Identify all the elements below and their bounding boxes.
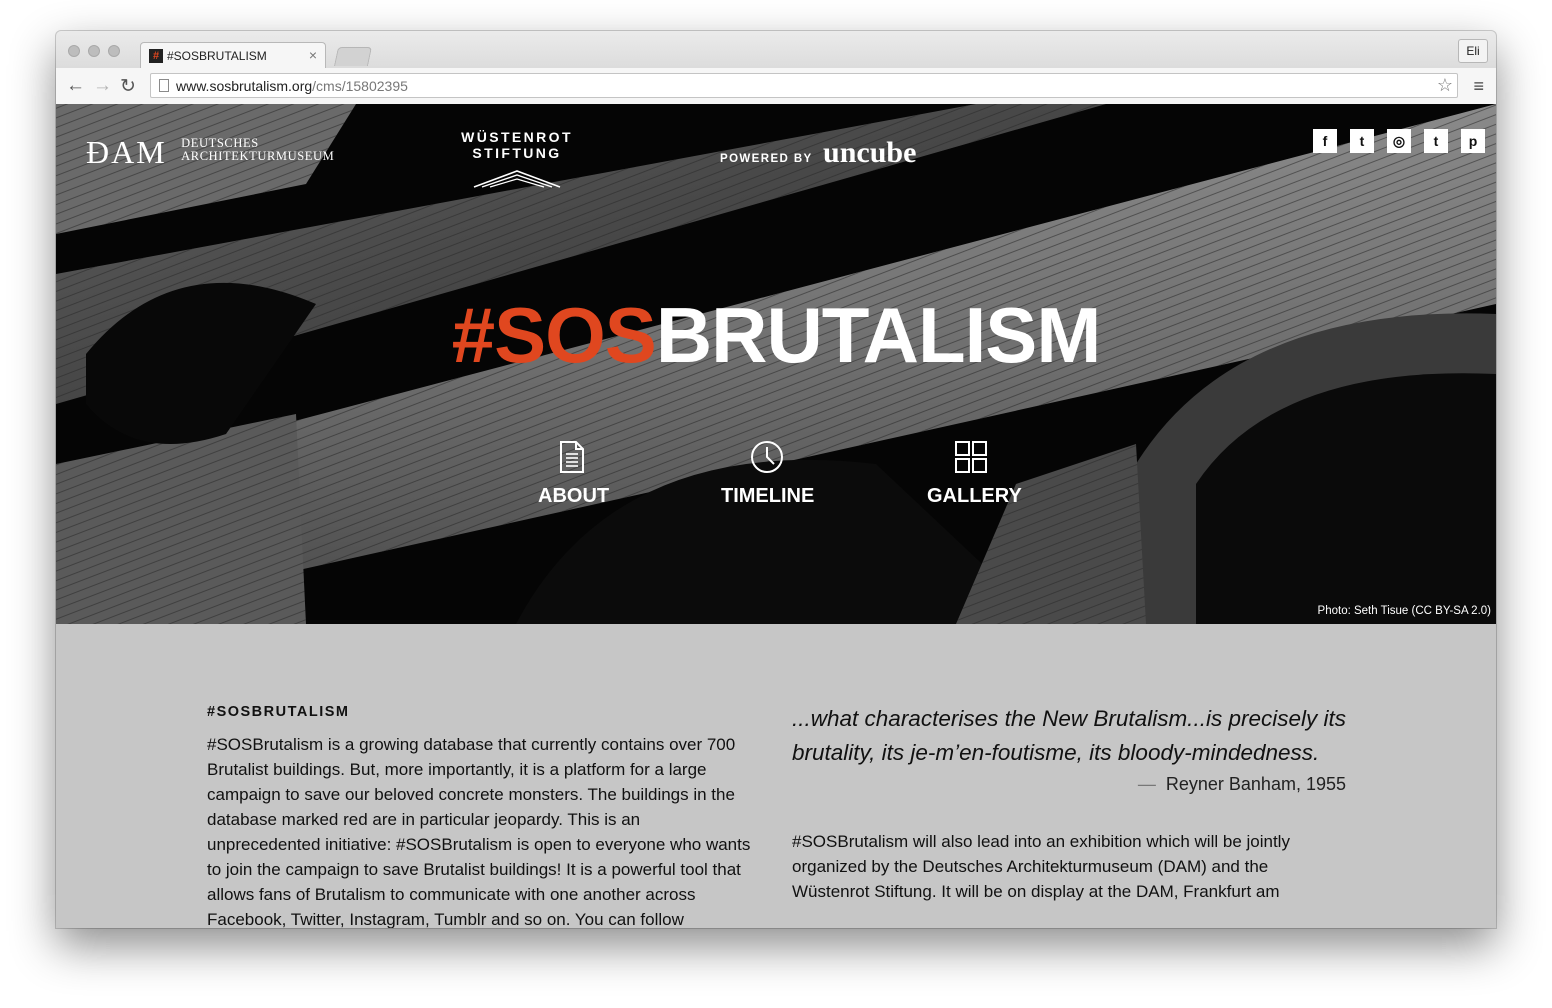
nav-about-label: ABOUT — [538, 485, 610, 507]
favicon-icon: # — [149, 49, 163, 63]
nav-gallery-label: GALLERY — [927, 485, 1022, 507]
quote-author: Reyner Banham, 1955 — [1165, 774, 1346, 794]
intro-body: #SOSBrutalism is a growing database that… — [207, 735, 751, 928]
forward-icon[interactable]: → — [93, 75, 112, 97]
hero-section: ĐAM DEUTSCHES ARCHITEKTURMUSEUM WÜSTENRO… — [56, 104, 1496, 624]
dam-line2: ARCHITEKTURMUSEUM — [181, 149, 335, 163]
wuestenrot-logo[interactable]: WÜSTENROT STIFTUNG — [424, 129, 610, 194]
reload-icon[interactable]: ↻ — [120, 75, 136, 98]
tumblr-icon[interactable]: t — [1424, 129, 1448, 153]
tab-close-icon[interactable]: × — [309, 47, 317, 63]
clock-icon — [751, 441, 783, 473]
roof-icon — [473, 170, 561, 188]
bookmark-star-icon[interactable]: ☆ — [1437, 75, 1453, 96]
banham-quote: ...what characterises the New Brutalism.… — [792, 706, 1346, 765]
tab-title: #SOSBRUTALISM — [167, 49, 267, 63]
document-icon — [560, 441, 584, 473]
quote-column: ...what characterises the New Brutalism.… — [792, 702, 1346, 904]
nav-timeline[interactable]: TIMELINE — [721, 440, 815, 508]
instagram-icon[interactable]: ◎ — [1387, 129, 1411, 153]
hero-title-sos: SOS — [494, 291, 657, 379]
dam-name: DEUTSCHES ARCHITEKTURMUSEUM — [181, 137, 334, 163]
uncube-logo[interactable]: POWERED BY uncube — [720, 136, 916, 170]
page-icon — [159, 79, 169, 92]
zoom-window-button[interactable] — [108, 45, 120, 57]
wuestenrot-name: WÜSTENROT STIFTUNG — [461, 129, 573, 161]
intro-column: #SOSBRUTALISM #SOSBrutalism is a growing… — [207, 704, 757, 928]
url-path: /cms/15802395 — [312, 78, 408, 94]
nav-gallery[interactable]: GALLERY — [927, 440, 1022, 508]
address-bar[interactable]: www.sosbrutalism.org/cms/15802395 ☆ — [150, 73, 1458, 98]
address-toolbar: ← → ↻ www.sosbrutalism.org/cms/15802395 … — [56, 68, 1496, 105]
nav-about[interactable]: ABOUT — [538, 440, 610, 508]
dam-line1: DEUTSCHES — [181, 136, 259, 150]
exhibition-text: #SOSBrutalism will also lead into an exh… — [792, 832, 1290, 901]
browser-tab[interactable]: # #SOSBRUTALISM × — [140, 42, 326, 68]
grid-icon — [955, 441, 987, 473]
hero-title-hash: # — [451, 291, 495, 379]
browser-menu-icon[interactable]: ≡ — [1473, 76, 1484, 97]
pinterest-icon[interactable]: p — [1461, 129, 1485, 153]
back-icon[interactable]: ← — [66, 75, 85, 97]
profile-button[interactable]: Eli — [1458, 39, 1488, 63]
url-domain: www.sosbrutalism.org — [176, 78, 313, 94]
close-window-button[interactable] — [68, 45, 80, 57]
content-section: #SOSBRUTALISM #SOSBrutalism is a growing… — [56, 624, 1496, 928]
dam-logo[interactable]: ĐAM DEUTSCHES ARCHITEKTURMUSEUM — [86, 134, 334, 171]
minimize-window-button[interactable] — [88, 45, 100, 57]
uncube-wordmark: uncube — [823, 136, 917, 169]
intro-heading: #SOSBRUTALISM — [207, 704, 350, 720]
browser-window: # #SOSBRUTALISM × Eli ← → ↻ www.sosbruta… — [56, 31, 1496, 928]
facebook-icon[interactable]: f — [1313, 129, 1337, 153]
hero-title: #SOSBRUTALISM — [56, 290, 1496, 381]
nav-timeline-label: TIMELINE — [721, 485, 815, 507]
quote-dash: — — [1137, 774, 1156, 794]
hero-title-brutalism: BRUTALISM — [655, 291, 1101, 379]
photo-credit: Photo: Seth Tisue (CC BY-SA 2.0) — [1317, 605, 1491, 617]
dam-mark: ĐAM — [86, 134, 167, 170]
quote-attribution: — Reyner Banham, 1955 — [792, 774, 1346, 795]
new-tab-button[interactable] — [333, 47, 373, 66]
url-text: www.sosbrutalism.org/cms/15802395 — [176, 78, 408, 94]
twitter-icon[interactable]: t — [1350, 129, 1374, 153]
powered-by-text: POWERED BY — [720, 153, 813, 165]
tab-strip: # #SOSBRUTALISM × Eli — [56, 31, 1496, 68]
